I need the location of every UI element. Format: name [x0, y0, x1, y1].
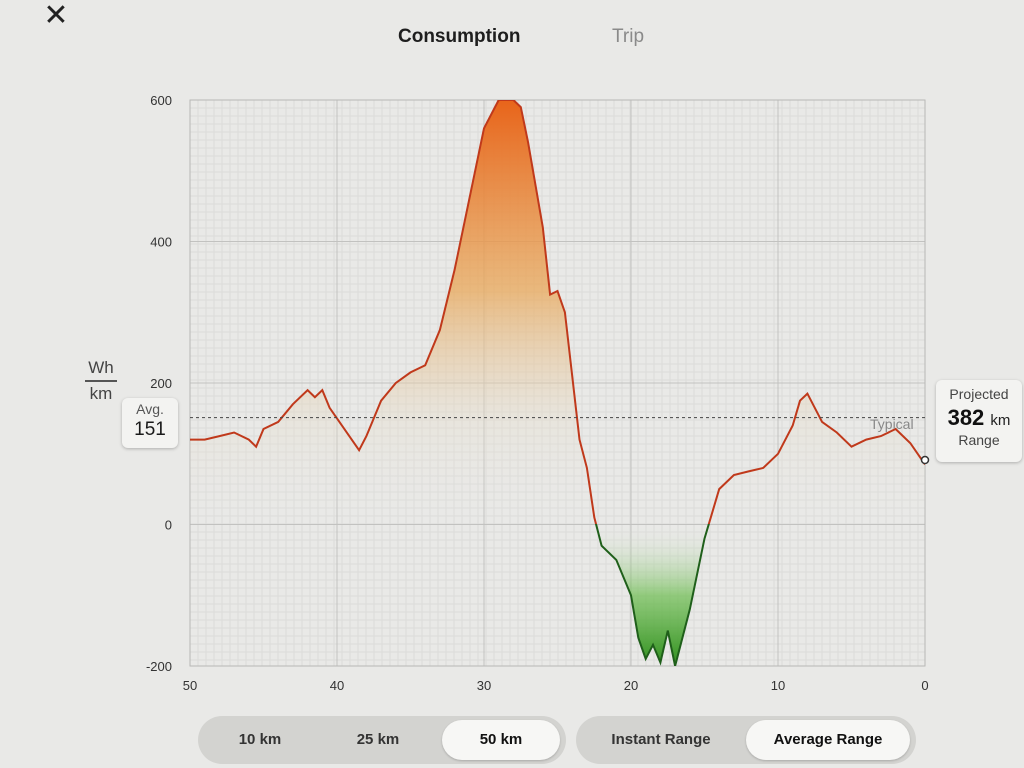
- range-25km-button[interactable]: 25 km: [322, 720, 434, 760]
- unit-top: Wh: [88, 358, 114, 377]
- y-tick-label: -200: [146, 659, 172, 674]
- x-tick-label: 10: [771, 678, 785, 693]
- distance-selector: 10 km 25 km 50 km: [198, 716, 566, 764]
- projected-value-row: 382 km: [936, 405, 1022, 431]
- x-tick-label: 50: [183, 678, 197, 693]
- y-tick-label: 200: [150, 376, 172, 391]
- average-value: 151: [134, 419, 166, 440]
- x-tick-label: 30: [477, 678, 491, 693]
- x-tick-label: 40: [330, 678, 344, 693]
- range-label: Range: [958, 432, 1000, 448]
- consumption-chart: 600 400 200 0 -200 50 40 30 20 10 0 Typical: [146, 93, 930, 693]
- chart-controls: 10 km 25 km 50 km Instant Range Average …: [198, 716, 918, 766]
- projected-unit: km: [990, 412, 1011, 429]
- range-mode-selector: Instant Range Average Range: [576, 716, 916, 764]
- typical-label: Typical: [870, 416, 914, 432]
- range-50km-button[interactable]: 50 km: [442, 720, 560, 760]
- y-tick-label: 600: [150, 93, 172, 108]
- projected-range-badge: Projected 382 km Range: [936, 380, 1022, 462]
- instant-range-button[interactable]: Instant Range: [582, 720, 740, 760]
- range-10km-button[interactable]: 10 km: [204, 720, 316, 760]
- x-tick-label: 0: [921, 678, 928, 693]
- average-label: Avg.: [136, 401, 164, 417]
- projected-value: 382: [947, 405, 985, 430]
- x-tick-label: 20: [624, 678, 638, 693]
- y-tick-label: 400: [150, 235, 172, 250]
- unit-divider: [85, 380, 117, 382]
- y-tick-label: 0: [165, 518, 172, 533]
- current-point-marker: [920, 455, 930, 465]
- unit-bottom: km: [89, 384, 113, 403]
- projected-label: Projected: [949, 386, 1009, 402]
- average-badge: Avg. 151: [122, 398, 178, 448]
- unit-label: Wh km: [82, 358, 120, 404]
- average-range-button[interactable]: Average Range: [746, 720, 910, 760]
